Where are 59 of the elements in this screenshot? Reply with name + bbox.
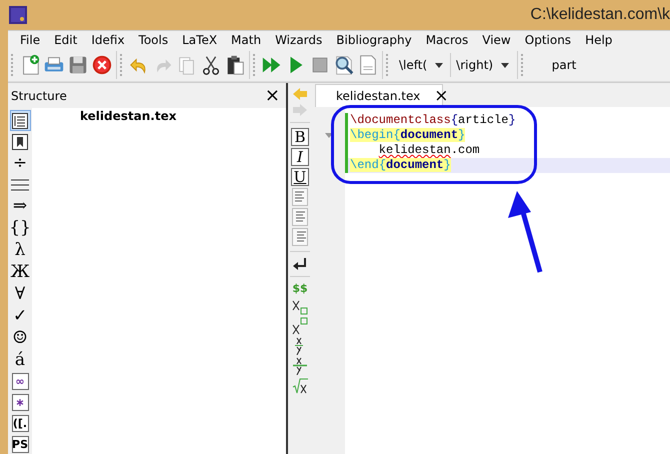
caret-icon <box>435 62 444 68</box>
caret-icon <box>501 62 510 68</box>
symbol-button[interactable]: ∀ <box>10 283 30 305</box>
symbol-button[interactable]: ([. <box>12 415 28 432</box>
outline-icon <box>12 112 28 128</box>
align-center-icon[interactable] <box>292 208 308 226</box>
format-button[interactable]: U <box>291 168 309 186</box>
menu-item[interactable]: Idefix <box>84 33 132 47</box>
symbol-button[interactable]: PS <box>12 436 28 453</box>
return-arrow-icon[interactable] <box>292 257 308 271</box>
app-logo-icon <box>8 5 28 25</box>
dropdown[interactable]: \left( <box>394 53 448 77</box>
lines-icon <box>11 178 29 190</box>
section-dropdown[interactable]: part <box>529 58 600 72</box>
symbol-button[interactable]: {} <box>10 217 30 239</box>
align-left-icon[interactable] <box>292 188 308 206</box>
menu-item[interactable]: LaTeX <box>175 33 224 47</box>
symbol-button[interactable]: ☺ <box>10 327 30 349</box>
menu-item[interactable]: Macros <box>418 33 476 47</box>
symbol-button[interactable]: ⇒ <box>10 195 30 217</box>
magnifier-icon[interactable] <box>333 54 355 76</box>
menu-item[interactable]: Bibliography <box>329 33 419 47</box>
menu-item[interactable]: Edit <box>47 33 84 47</box>
format-button[interactable]: I <box>291 148 309 166</box>
bookmark-tool[interactable] <box>10 131 30 152</box>
code-line: \begin{document} <box>349 128 466 143</box>
symbol-button[interactable]: ∞ <box>12 373 28 390</box>
align-right-icon[interactable] <box>292 228 308 246</box>
symbol-button[interactable]: ÷ <box>10 152 30 174</box>
log-file-icon[interactable] <box>357 54 379 76</box>
square-root-icon[interactable] <box>292 377 308 395</box>
menu-item[interactable]: Help <box>578 33 620 47</box>
format-button[interactable]: B <box>291 128 309 146</box>
menu-item[interactable]: File <box>13 33 48 47</box>
symbol-button[interactable]: Ж <box>10 261 30 283</box>
code-line: kelidestan.com <box>378 143 481 158</box>
close-button[interactable]: × <box>264 86 280 104</box>
scissors-icon[interactable] <box>200 54 222 76</box>
symbol-button[interactable]: ✓ <box>10 305 30 327</box>
close-icon[interactable] <box>91 54 113 76</box>
menu-item[interactable]: Math <box>224 33 268 47</box>
tree-item[interactable]: kelidestan.tex <box>80 109 176 123</box>
panel-title: Structure <box>11 88 67 102</box>
dropdown[interactable]: \right) <box>450 53 514 77</box>
outline-tool[interactable] <box>10 110 30 131</box>
symbol-button[interactable]: á <box>10 349 30 371</box>
menu-item[interactable]: Tools <box>132 33 176 47</box>
window-title: C:\kelidestan.com\k <box>530 6 670 24</box>
superscript-icon[interactable] <box>292 317 308 335</box>
display-fraction-icon[interactable] <box>292 357 308 375</box>
symbol-button[interactable]: ∗ <box>12 394 28 411</box>
save-icon[interactable] <box>67 54 89 76</box>
fold-arrow-icon[interactable] <box>324 133 332 138</box>
menu-item[interactable]: Options <box>518 33 578 47</box>
bookmark-icon <box>12 134 28 150</box>
symbol-button[interactable]: λ <box>10 239 30 261</box>
code-line: \documentclass{article} <box>349 113 517 128</box>
menu-item[interactable]: View <box>475 33 518 47</box>
menu-item[interactable]: Wizards <box>268 33 330 47</box>
